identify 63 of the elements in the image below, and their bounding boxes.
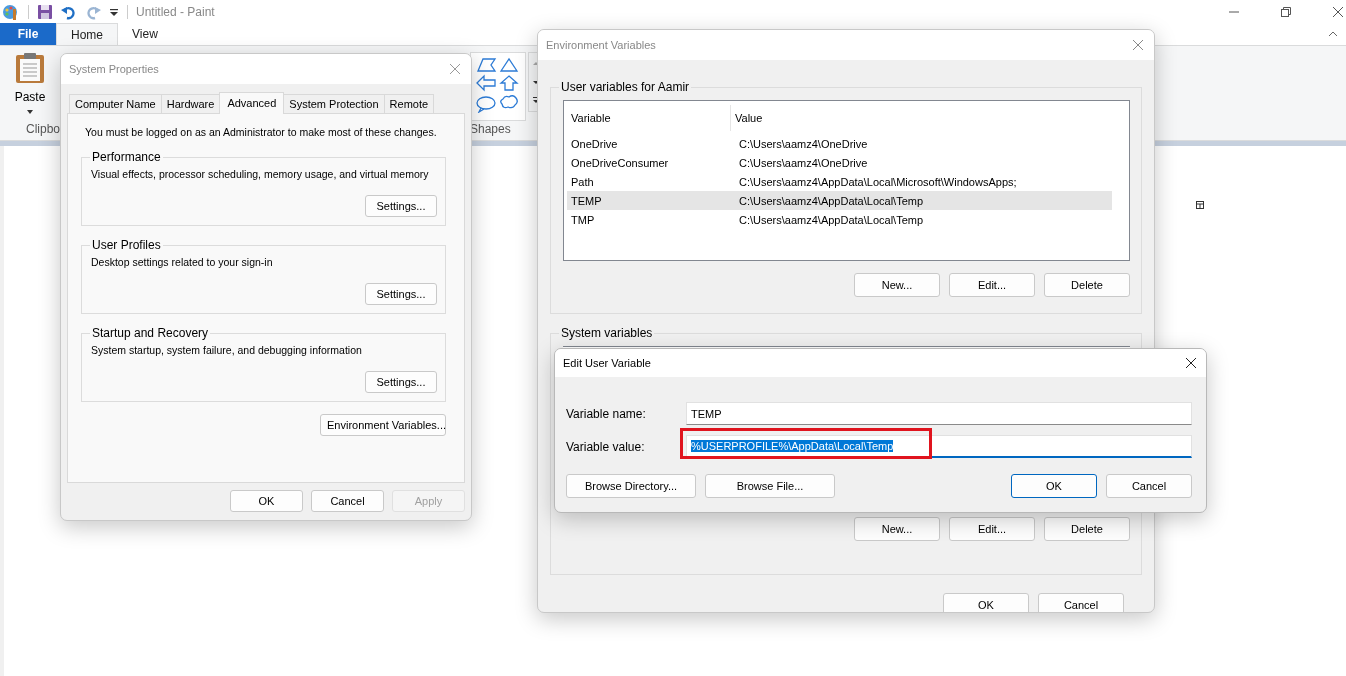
caret-icon[interactable] <box>27 110 33 114</box>
ribbon-tab[interactable]: View <box>118 23 172 45</box>
dialog-button[interactable]: OK <box>230 490 303 512</box>
browse-button[interactable]: Browse File... <box>705 474 835 498</box>
settings-button[interactable]: Settings... <box>365 371 437 393</box>
column-header[interactable]: Variable <box>567 105 731 131</box>
list-row[interactable]: Path C:\Users\aamz4\AppData\Local\Microsoft\WindowsApps; <box>567 172 1112 191</box>
shapes-gallery-icon[interactable] <box>475 57 521 113</box>
window-title: Untitled - Paint <box>136 4 215 19</box>
clipboard-icon[interactable] <box>15 52 45 84</box>
list-row[interactable]: TEMP C:\Users\aamz4\AppData\Local\Temp <box>567 191 1112 210</box>
dialog-button[interactable]: OK <box>943 593 1029 612</box>
dialog-tab[interactable]: Advanced <box>219 92 285 114</box>
settings-button[interactable]: Settings... <box>365 195 437 217</box>
dialog-tab[interactable]: Computer Name <box>69 94 162 113</box>
group-label: Clipbo <box>25 122 61 136</box>
dialog-tab[interactable]: System Protection <box>283 94 385 113</box>
variable-button[interactable]: Delete <box>1044 273 1130 297</box>
dialog-tab[interactable]: Remote <box>383 94 435 113</box>
variable-button[interactable]: Edit... <box>949 517 1035 541</box>
dialog-title: System Properties <box>69 63 159 75</box>
dialog-button[interactable]: Cancel <box>311 490 384 512</box>
browse-button[interactable]: Browse Directory... <box>566 474 696 498</box>
group-title: System variables <box>560 326 654 340</box>
customize-dropdown-icon[interactable] <box>109 6 119 17</box>
dialog-button[interactable]: OK <box>1011 474 1097 498</box>
ribbon-tab[interactable]: Home <box>56 23 118 45</box>
field-label: Variable value: <box>566 439 646 454</box>
environment-variables-button[interactable]: Environment Variables... <box>320 414 446 436</box>
settings-button[interactable]: Settings... <box>365 283 437 305</box>
collapse-ribbon-icon[interactable] <box>1328 30 1338 38</box>
variable-button[interactable]: New... <box>854 517 940 541</box>
paste-label[interactable]: Paste <box>14 90 46 104</box>
dialog-title: Environment Variables <box>546 39 656 51</box>
group-description: System startup, system failure, and debugging information <box>91 344 363 356</box>
close-icon[interactable] <box>1332 5 1344 18</box>
list-row[interactable]: OneDrive C:\Users\aamz4\OneDrive <box>567 134 1112 153</box>
group-description: Visual effects, processor scheduling, memory usage, and virtual memory <box>91 168 430 180</box>
group-title: User variables for Aamir <box>560 80 691 94</box>
dialog-title: Edit User Variable <box>563 357 651 369</box>
close-icon[interactable] <box>1185 357 1197 369</box>
group-title: Performance <box>91 150 162 164</box>
resize-handle-icon[interactable] <box>1196 201 1204 209</box>
dialog-button[interactable]: Cancel <box>1038 593 1124 612</box>
list-row[interactable]: TMP C:\Users\aamz4\AppData\Local\Temp <box>567 210 1112 229</box>
group-title: Startup and Recovery <box>91 326 210 340</box>
variable-button[interactable]: Edit... <box>949 273 1035 297</box>
variable-button[interactable]: New... <box>854 273 940 297</box>
dialog-button[interactable]: Cancel <box>1106 474 1192 498</box>
ribbon-tab[interactable]: File <box>0 23 56 45</box>
list-row[interactable]: OneDriveConsumer C:\Users\aamz4\OneDrive <box>567 153 1112 172</box>
variable-button[interactable]: Delete <box>1044 517 1130 541</box>
field-label: Variable name: <box>566 406 647 421</box>
notice-text: You must be logged on as an Administrator to make most of these changes. <box>85 126 438 138</box>
group-title: User Profiles <box>91 238 162 252</box>
paint-app-icon <box>2 2 20 21</box>
text-field[interactable]: %USERPROFILE%\AppData\Local\Temp <box>686 435 1192 458</box>
group-label: Shapes <box>470 122 511 136</box>
restore-icon[interactable] <box>1280 5 1292 18</box>
save-icon[interactable] <box>37 3 53 20</box>
group-description: Desktop settings related to your sign-in <box>91 256 274 268</box>
text-field[interactable]: TEMP <box>686 402 1192 425</box>
column-header[interactable]: Value <box>731 105 1112 131</box>
